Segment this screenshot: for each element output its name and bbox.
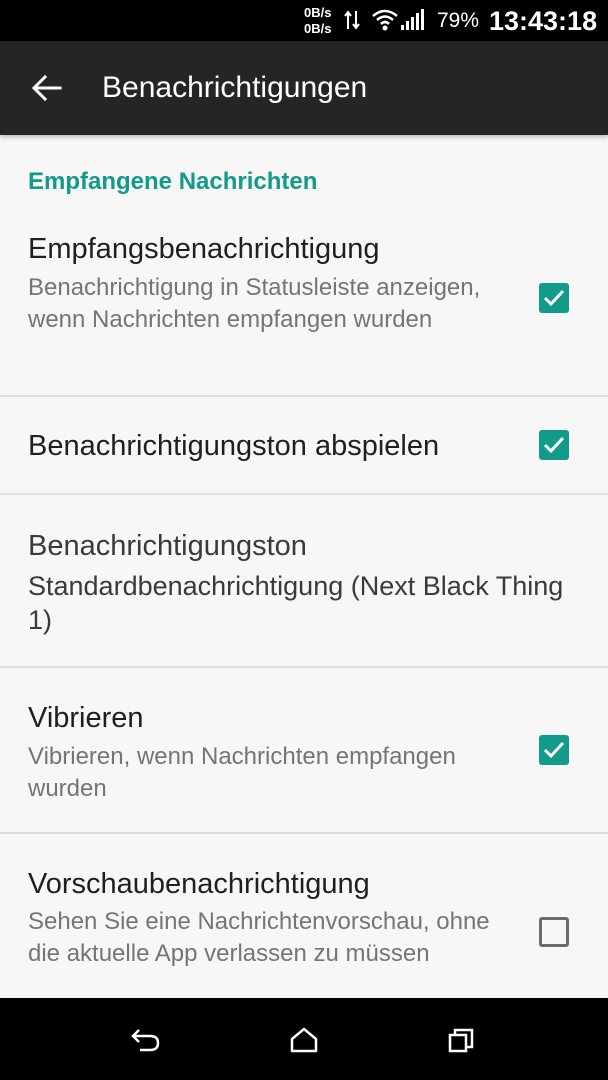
setting-summary: Vibrieren, wenn Nachrichten empfangen wu… <box>28 743 456 802</box>
nav-recents-button[interactable] <box>442 1020 482 1060</box>
home-icon <box>290 1027 318 1053</box>
setting-title: Benachrichtigungston abspielen <box>28 430 440 462</box>
recents-icon <box>448 1028 474 1053</box>
signal-icon <box>400 9 424 35</box>
setting-summary: Standardbenachrichtigung (Next Black Thi… <box>28 571 564 635</box>
receive-notification-checkbox[interactable] <box>539 283 569 313</box>
status-bar: 0B/s 0B/s 79% 13:43:18 <box>0 0 608 41</box>
vibrate-checkbox[interactable] <box>539 735 569 765</box>
setting-notification-sound[interactable]: Benachrichtigungston Standardbenachricht… <box>0 495 608 667</box>
battery-level: 79% <box>437 9 480 32</box>
setting-vibrate[interactable]: Vibrieren Vibrieren, wenn Nachrichten em… <box>0 668 608 832</box>
preview-notification-checkbox[interactable] <box>539 917 569 947</box>
wifi-icon <box>372 8 398 36</box>
setting-title: Vibrieren <box>28 702 144 734</box>
setting-preview-notification[interactable]: Vorschaubenachrichtigung Sehen Sie eine … <box>0 834 608 998</box>
nav-home-button[interactable] <box>284 1020 324 1060</box>
setting-summary: Sehen Sie eine Nachrichtenvorschau, ohne… <box>28 908 490 967</box>
setting-title: Benachrichtigungston <box>28 530 307 562</box>
section-header: Empfangene Nachrichten <box>28 168 318 195</box>
download-speed: 0B/s <box>304 21 332 36</box>
page-title: Benachrichtigungen <box>102 71 368 104</box>
navigation-bar <box>0 998 608 1080</box>
back-icon <box>131 1029 160 1052</box>
setting-play-sound[interactable]: Benachrichtigungston abspielen <box>0 397 608 493</box>
toolbar: Benachrichtigungen <box>0 41 608 135</box>
checkmark-icon <box>543 436 565 454</box>
back-button[interactable] <box>22 63 72 113</box>
setting-summary: Benachrichtigung in Statusleiste anzeige… <box>28 274 481 333</box>
nav-back-button[interactable] <box>126 1020 166 1060</box>
setting-receive-notification[interactable]: Empfangsbenachrichtigung Benachrichtigun… <box>0 220 608 396</box>
setting-title: Vorschaubenachrichtigung <box>28 868 370 900</box>
checkmark-icon <box>543 289 565 307</box>
checkmark-icon <box>543 741 565 759</box>
data-arrows-icon <box>344 9 360 35</box>
clock: 13:43:18 <box>489 6 598 36</box>
play-sound-checkbox[interactable] <box>539 430 569 460</box>
setting-title: Empfangsbenachrichtigung <box>28 233 380 265</box>
upload-speed: 0B/s <box>304 5 332 20</box>
network-speed: 0B/s 0B/s <box>304 5 331 37</box>
